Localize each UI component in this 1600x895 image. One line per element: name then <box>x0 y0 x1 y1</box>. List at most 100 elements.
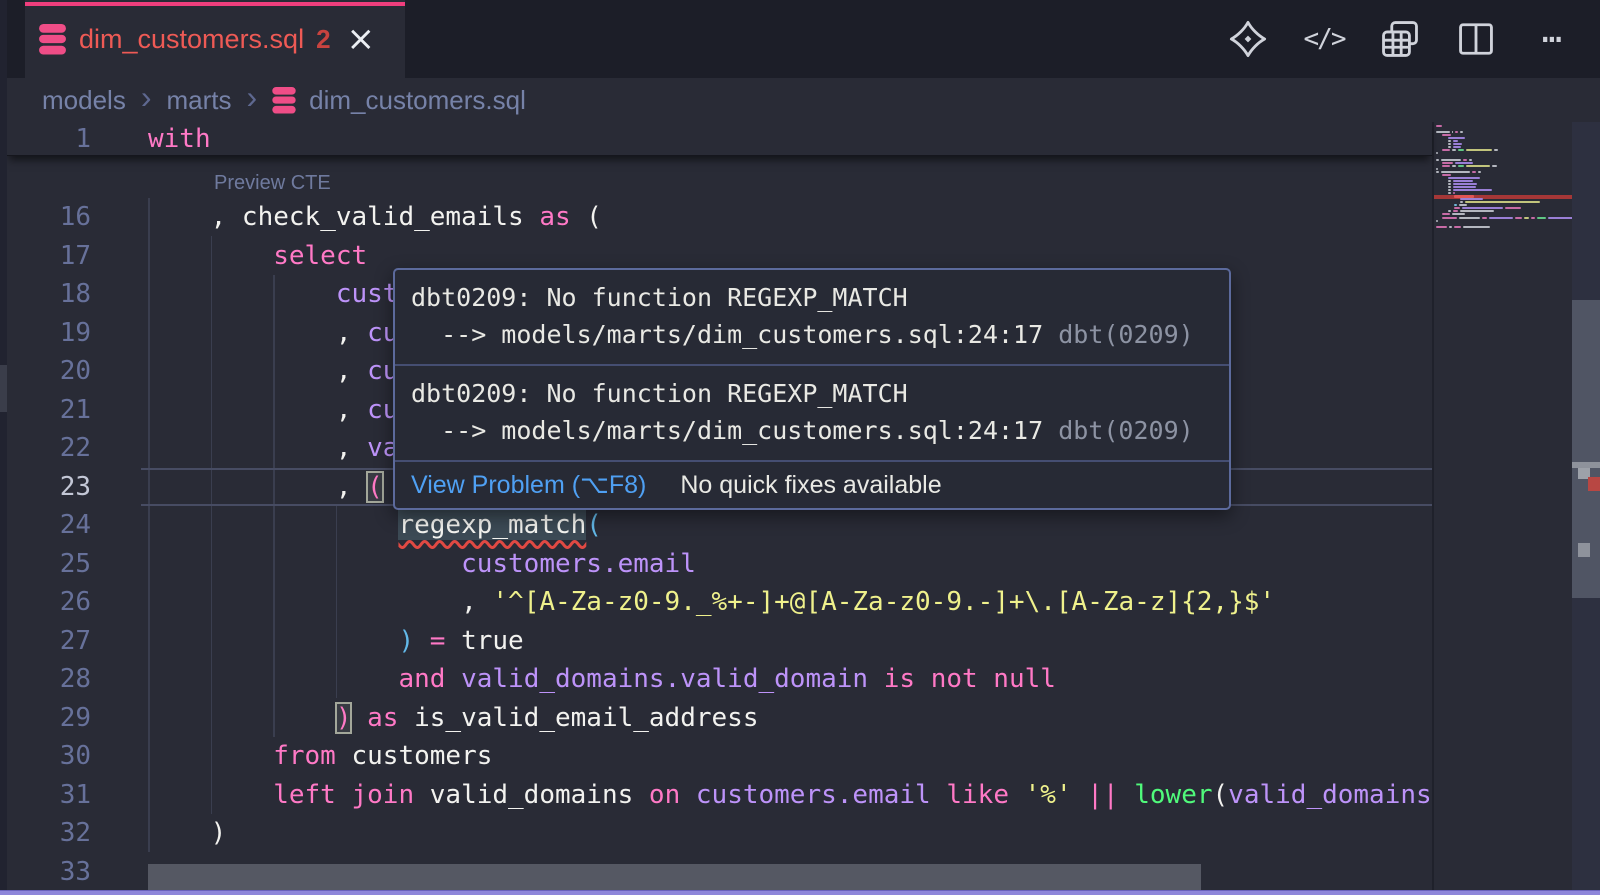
minimap-line <box>1453 183 1477 185</box>
chevron-right-icon: › <box>139 84 154 116</box>
line-number[interactable]: 28 <box>7 660 91 699</box>
minimap-line <box>1449 226 1452 228</box>
editor-actions: </> ⋯ <box>1228 0 1572 78</box>
minimap-line <box>1463 159 1468 161</box>
minimap-line <box>1452 131 1454 133</box>
minimap-line <box>1466 165 1490 167</box>
chevron-right-icon: › <box>244 84 259 116</box>
minimap-line <box>1453 186 1476 188</box>
overview-ruler[interactable] <box>1572 122 1600 895</box>
breadcrumb-item-models[interactable]: models <box>42 85 126 116</box>
tab-bar: dim_customers.sql 2 × </> <box>7 0 1600 78</box>
minimap-line <box>1453 140 1458 142</box>
minimap-line <box>1460 201 1463 203</box>
code-line[interactable]: 31left join valid_domains on customers.e… <box>7 776 1432 815</box>
minimap-line <box>1472 171 1477 173</box>
line-number[interactable]: 27 <box>7 622 91 661</box>
code-line[interactable]: 24regexp_match( <box>7 506 1432 545</box>
minimap-line <box>1465 201 1540 203</box>
minimap-line <box>1524 217 1529 219</box>
line-number[interactable]: 23 <box>7 468 91 507</box>
line-number[interactable]: 19 <box>7 314 91 353</box>
code-line[interactable]: 26, '^[A-Za-z0-9._%+-]+@[A-Za-z0-9.-]+\.… <box>7 583 1432 622</box>
problem-message: dbt0209: No function REGEXP_MATCH <box>411 375 1213 412</box>
problem-location: --> models/marts/dim_customers.sql:24:17… <box>411 316 1213 353</box>
minimap-line <box>1441 159 1461 161</box>
minimap-line <box>1453 180 1473 182</box>
code-lines: Preview CTE 16, check_valid_emails as (1… <box>7 156 1432 895</box>
code-line[interactable]: 30from customers <box>7 737 1432 776</box>
code-line[interactable]: 29) as is_valid_email_address <box>7 699 1432 738</box>
hover-tooltip: dbt0209: No function REGEXP_MATCH --> mo… <box>393 268 1231 510</box>
line-number[interactable]: 25 <box>7 545 91 584</box>
minimap-line <box>1448 183 1451 185</box>
line-number[interactable]: 31 <box>7 776 91 815</box>
problem-message: dbt0209: No function REGEXP_MATCH <box>411 279 1213 316</box>
minimap-line <box>1548 217 1572 219</box>
line-number[interactable]: 26 <box>7 583 91 622</box>
minimap-line <box>1531 217 1536 219</box>
no-quick-fixes-label: No quick fixes available <box>680 471 941 500</box>
sticky-scroll-line[interactable]: 1 with <box>7 122 1432 156</box>
active-tab-accent <box>25 2 405 6</box>
code-line[interactable]: 16, check_valid_emails as ( <box>7 198 1432 237</box>
line-number[interactable]: 20 <box>7 352 91 391</box>
line-number[interactable]: 16 <box>7 198 91 237</box>
line-number: 1 <box>7 122 91 155</box>
problem-source: dbt(0209) <box>1058 320 1193 349</box>
minimap-line <box>1442 149 1450 151</box>
view-problem-link[interactable]: View Problem (⌥F8) <box>411 470 646 500</box>
minimap-line <box>1459 204 1467 206</box>
close-icon[interactable]: × <box>347 24 376 54</box>
line-number[interactable]: 24 <box>7 506 91 545</box>
dbt-logo-icon[interactable] <box>1228 19 1268 59</box>
tab-dim-customers-sql[interactable]: dim_customers.sql 2 × <box>25 0 405 78</box>
minimap-line <box>1436 168 1438 170</box>
code-icon[interactable]: </> <box>1304 19 1344 59</box>
line-number[interactable]: 30 <box>7 737 91 776</box>
line-number[interactable]: 18 <box>7 275 91 314</box>
line-number[interactable]: 33 <box>7 853 91 892</box>
minimap-line <box>1460 131 1463 133</box>
minimap-line <box>1454 207 1460 209</box>
minimap-line <box>1448 189 1451 191</box>
minimap-line <box>1436 226 1447 228</box>
minimap-line <box>1442 217 1457 219</box>
line-number[interactable]: 29 <box>7 699 91 738</box>
breadcrumb-item-file[interactable]: dim_customers.sql <box>309 85 526 116</box>
ruler-error-marker <box>1588 477 1600 491</box>
minimap-line <box>1442 174 1451 176</box>
minimap-line <box>1454 226 1462 228</box>
more-actions-icon[interactable]: ⋯ <box>1532 19 1572 59</box>
line-number[interactable]: 17 <box>7 237 91 276</box>
window-left-edge <box>0 0 7 895</box>
problem-location: --> models/marts/dim_customers.sql:24:17… <box>411 412 1213 449</box>
query-results-icon[interactable] <box>1380 19 1420 59</box>
code-line[interactable]: 32) <box>7 814 1432 853</box>
code-line[interactable]: 28and valid_domains.valid_domain is not … <box>7 660 1432 699</box>
split-editor-icon[interactable] <box>1456 19 1496 59</box>
background-scrollbar-thumb[interactable] <box>0 365 7 412</box>
code-line[interactable]: 25customers.email <box>7 545 1432 584</box>
breadcrumb-item-marts[interactable]: marts <box>166 85 231 116</box>
line-number[interactable]: 22 <box>7 429 91 468</box>
horizontal-scrollbar-thumb[interactable] <box>148 864 1201 890</box>
minimap-line <box>1441 171 1470 173</box>
line-number[interactable]: 32 <box>7 814 91 853</box>
minimap-line <box>1455 131 1458 133</box>
minimap-line <box>1448 146 1451 148</box>
code-line[interactable]: 27) = true <box>7 622 1432 661</box>
minimap-line <box>1455 162 1473 164</box>
minimap-line <box>1452 149 1457 151</box>
minimap-line <box>1494 149 1499 151</box>
minimap-line <box>1460 210 1495 212</box>
minimap[interactable] <box>1432 122 1572 895</box>
database-icon <box>272 87 296 114</box>
minimap-line <box>1448 210 1451 212</box>
editor-group: dim_customers.sql 2 × </> <box>7 0 1600 895</box>
tab-problems-badge: 2 <box>316 24 330 55</box>
minimap-line <box>1462 207 1503 209</box>
codelens-preview-cte[interactable]: Preview CTE <box>7 156 1432 198</box>
line-number[interactable]: 21 <box>7 391 91 430</box>
minimap-line <box>1454 204 1457 206</box>
